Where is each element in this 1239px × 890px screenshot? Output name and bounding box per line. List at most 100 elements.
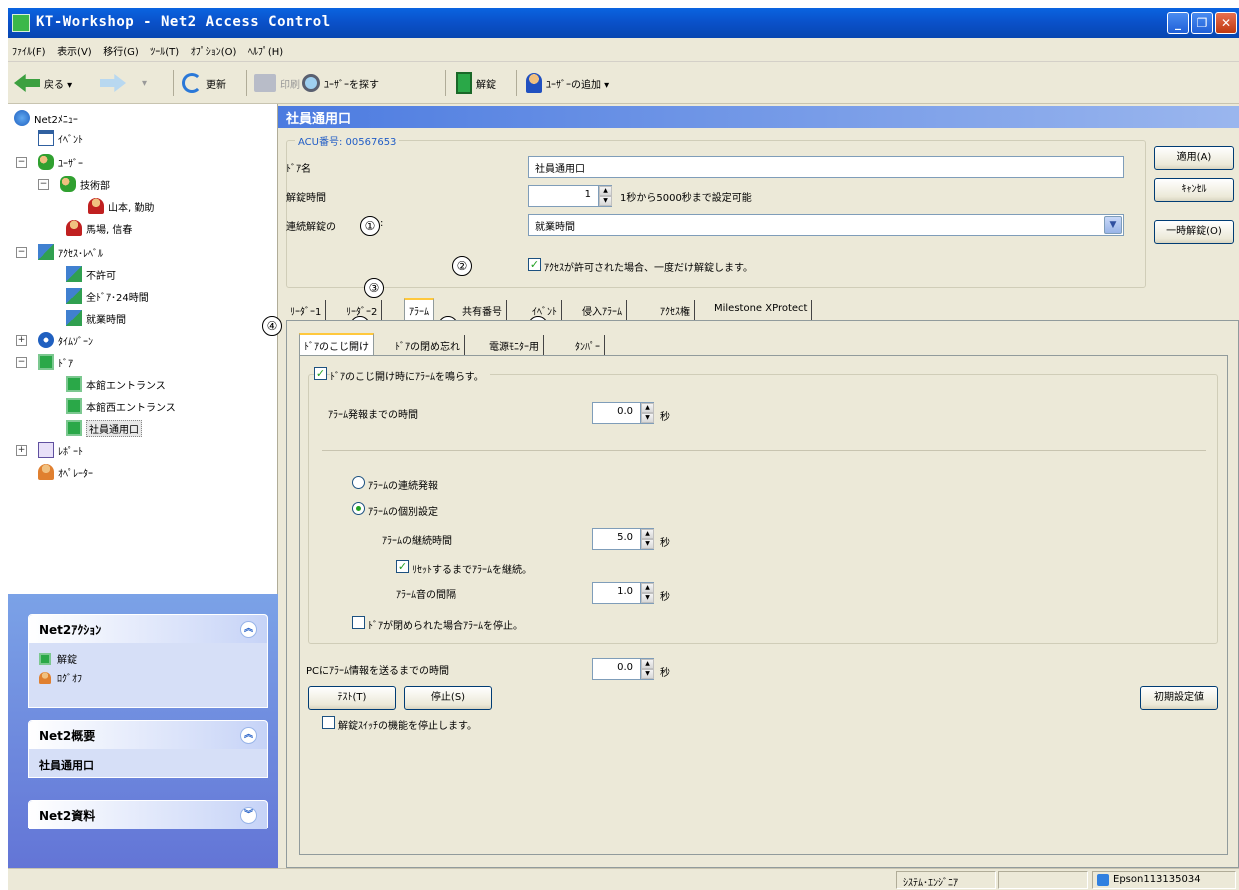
spin-up-icon[interactable]: ▲ [599,186,612,196]
temporary-unlock-button[interactable]: 一時解錠(O) [1154,220,1234,244]
tree-item-operators[interactable]: ｵﾍﾟﾚｰﾀｰ [38,462,93,482]
pc-alarm-delay-spinner[interactable]: ▲ ▼ [640,659,654,679]
unlock-time-spinner[interactable]: ▲ ▼ [598,186,612,206]
tree-item-reports[interactable]: ﾚﾎﾟｰﾄ [38,440,83,460]
door-name-field[interactable]: 社員通用口 [528,156,1124,178]
door-icon [66,398,82,414]
individual-alarm-radio[interactable] [352,502,365,515]
menu-file[interactable]: ﾌｧｲﾙ(F) [8,38,50,63]
spin-up-icon[interactable]: ▲ [641,659,654,669]
alarm-interval-spinner[interactable]: ▲ ▼ [640,583,654,603]
spin-down-icon[interactable]: ▼ [599,196,612,206]
alarm-delay-spinner[interactable]: ▲ ▼ [640,403,654,423]
docs-panel-header[interactable]: Net2資料 ︾ [29,801,267,829]
stop-on-close-checkbox[interactable] [352,616,365,629]
alarm-delay-label: ｱﾗｰﾑ発報までの時間 [328,410,418,421]
tree-item-net2-menu[interactable]: Net2ﾒﾆｭｰ [14,108,78,128]
tab-events[interactable]: ｲﾍﾞﾝﾄ [528,300,562,320]
menu-help[interactable]: ﾍﾙﾌﾟ(H) [244,38,287,63]
spin-down-icon[interactable]: ▼ [641,669,654,679]
cancel-button[interactable]: ｷｬﾝｾﾙ [1154,178,1234,202]
divider [322,450,1206,451]
unlock-once-checkbox[interactable]: ✓ [528,258,541,271]
menu-options[interactable]: ｵﾌﾟｼｮﾝ(O) [187,38,241,63]
stop-button[interactable]: 停止(S) [404,686,492,710]
add-user-button[interactable]: ﾕｰｻﾞｰの追加 ▾ [526,70,609,96]
menu-view[interactable]: 表示(V) [53,38,96,63]
back-button[interactable]: 戻る ▾ [14,70,72,96]
find-user-button[interactable]: ﾕｰｻﾞｰを探す [302,70,379,96]
unlock-button[interactable]: 解錠 [456,70,496,96]
navigation-tree: Net2ﾒﾆｭｰ ｲﾍﾞﾝﾄ − ﾕｰｻﾞｰ − 技術部 山本, 勤助 馬場, … [8,104,278,594]
tree-item-access-level[interactable]: 不許可 [66,264,116,284]
tree-item-events[interactable]: ｲﾍﾞﾝﾄ [38,128,83,148]
computer-icon [1097,874,1109,886]
annotation-marker-1: ① [360,216,380,236]
tree-item-dept[interactable]: 技術部 [60,174,110,194]
expand-reports-icon[interactable]: + [16,445,27,456]
action-logoff[interactable]: ﾛｸﾞｵﾌ [29,668,267,687]
tree-item-user[interactable]: 山本, 勤助 [88,196,154,216]
subtab-forced-open[interactable]: ﾄﾞｱのこじ開け [299,333,374,355]
subtab-tamper[interactable]: ﾀﾝﾊﾟｰ [571,335,605,355]
summary-panel-header[interactable]: Net2概要 ︽ [29,721,267,749]
tab-intruder-alarm[interactable]: 侵入ｱﾗｰﾑ [578,300,627,320]
menu-tools[interactable]: ﾂｰﾙ(T) [146,38,183,63]
spin-up-icon[interactable]: ▲ [641,403,654,413]
spin-down-icon[interactable]: ▼ [641,413,654,423]
collapse-chevron-icon[interactable]: ︽ [240,620,257,638]
defaults-button[interactable]: 初期設定値 [1140,686,1218,710]
collapse-doors-icon[interactable]: − [16,357,27,368]
tree-item-doors[interactable]: ﾄﾞｱ [38,352,73,372]
maximize-button[interactable]: ❐ [1191,12,1213,34]
refresh-button[interactable]: 更新 [182,70,226,96]
tab-access-rights[interactable]: ｱｸｾｽ権 [656,300,695,320]
tree-item-access-level[interactable]: 就業時間 [66,308,126,328]
unlock-time-hint: 1秒から5000秒まで設定可能 [620,193,752,204]
close-button[interactable]: ✕ [1215,12,1237,34]
test-button[interactable]: ﾃｽﾄ(T) [308,686,396,710]
forced-alarm-checkbox[interactable]: ✓ [314,367,327,380]
continue-until-reset-checkbox[interactable]: ✓ [396,560,409,573]
tab-alarm[interactable]: ｱﾗｰﾑ [404,298,434,320]
forward-button[interactable]: ▾ [100,70,147,96]
forward-arrow-icon [100,74,126,92]
spin-down-icon[interactable]: ▼ [641,539,654,549]
actions-panel-header[interactable]: Net2ｱｸｼｮﾝ ︽ [29,615,267,643]
spin-up-icon[interactable]: ▲ [641,583,654,593]
tab-milestone[interactable]: Milestone XProtect [710,300,813,320]
subtab-left-open[interactable]: ﾄﾞｱの閉め忘れ [391,335,465,355]
collapse-users-icon[interactable]: − [16,157,27,168]
tab-reader2[interactable]: ﾘｰﾀﾞｰ2 [342,300,383,320]
tree-item-user[interactable]: 馬場, 信春 [66,218,132,238]
spin-up-icon[interactable]: ▲ [641,529,654,539]
minimize-button[interactable]: _ [1167,12,1189,34]
continuous-unlock-select[interactable]: 就業時間 [528,214,1124,236]
tree-item-access-level[interactable]: 全ﾄﾞｱ･24時間 [66,286,149,306]
collapse-chevron-icon[interactable]: ︽ [240,726,257,744]
tab-shared-code[interactable]: 共有番号 [458,300,507,320]
tree-item-timezones[interactable]: ﾀｲﾑｿﾞｰﾝ [38,330,93,350]
expand-timezones-icon[interactable]: + [16,335,27,346]
alarm-duration-spinner[interactable]: ▲ ▼ [640,529,654,549]
continuous-alarm-radio[interactable] [352,476,365,489]
app-icon [12,14,30,32]
dropdown-chevron-icon[interactable]: ▼ [1104,216,1122,234]
tree-item-access-levels[interactable]: ｱｸｾｽ･ﾚﾍﾞﾙ [38,242,103,262]
tab-reader1[interactable]: ﾘｰﾀﾞｰ1 [286,300,327,320]
expand-chevron-icon[interactable]: ︾ [240,806,257,824]
action-unlock[interactable]: 解錠 [29,649,267,668]
spin-down-icon[interactable]: ▼ [641,593,654,603]
tree-item-users[interactable]: ﾕｰｻﾞｰ [38,152,83,172]
collapse-access-levels-icon[interactable]: − [16,247,27,258]
door-properties: 社員通用口 ACU番号: 00567653 ﾄﾞｱ名 社員通用口 解錠時間 1 … [262,104,1239,868]
tree-item-door-selected[interactable]: 社員通用口 [66,418,142,438]
tree-item-door[interactable]: 本館エントランス [66,374,166,394]
subtab-power-monitor[interactable]: 電源ﾓﾆﾀｰ用 [485,335,544,355]
disable-switch-checkbox[interactable] [322,716,335,729]
print-button[interactable]: 印刷 [254,70,300,96]
apply-button[interactable]: 適用(A) [1154,146,1234,170]
menu-go[interactable]: 移行(G) [99,38,143,63]
tree-item-door[interactable]: 本館西エントランス [66,396,176,416]
collapse-dept-icon[interactable]: − [38,179,49,190]
